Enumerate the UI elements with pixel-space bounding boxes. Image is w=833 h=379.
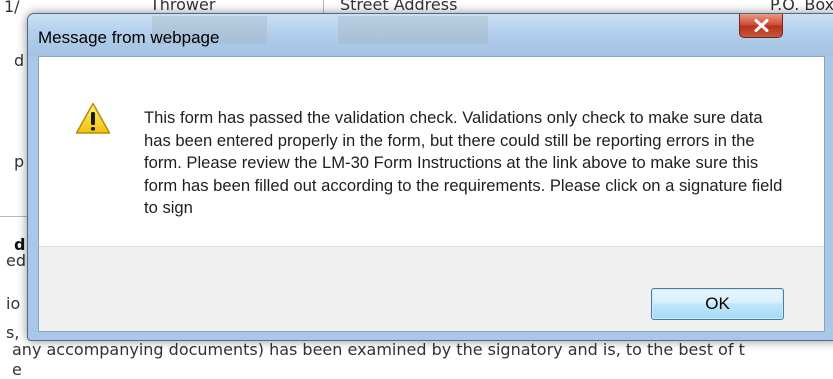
dialog-message: This form has passed the validation chec… bbox=[144, 108, 783, 217]
dialog-titlebar[interactable]: Message from webpage bbox=[28, 14, 833, 56]
bg-divider bbox=[0, 216, 27, 217]
bg-fragment-name: Thrower bbox=[150, 0, 216, 14]
warning-icon bbox=[75, 102, 111, 134]
bg-attestation-text-2: e bbox=[12, 360, 22, 379]
bg-divider bbox=[323, 0, 324, 14]
close-button[interactable] bbox=[739, 14, 783, 38]
bg-left-fragment: p bbox=[14, 152, 25, 171]
bg-attestation-text: any accompanying documents) has been exa… bbox=[12, 340, 745, 359]
bg-fragment-date: 1/ bbox=[4, 0, 20, 16]
bg-left-fragment: ed bbox=[6, 251, 26, 270]
close-icon bbox=[754, 19, 769, 32]
message-area: This form has passed the validation chec… bbox=[39, 57, 824, 246]
message-dialog: Message from webpage This form has passe… bbox=[27, 13, 833, 341]
street-address-label: Street Address bbox=[340, 0, 458, 14]
po-box-label: P.O. Box - bbox=[770, 0, 833, 14]
dialog-content: This form has passed the validation chec… bbox=[38, 56, 825, 332]
bg-left-fragment: io bbox=[6, 294, 21, 313]
dialog-title: Message from webpage bbox=[38, 28, 220, 47]
ok-button[interactable]: OK bbox=[651, 288, 784, 320]
bg-left-fragment: d bbox=[14, 51, 25, 70]
dialog-button-bar: OK bbox=[39, 246, 824, 331]
glass-ghost bbox=[338, 16, 488, 44]
